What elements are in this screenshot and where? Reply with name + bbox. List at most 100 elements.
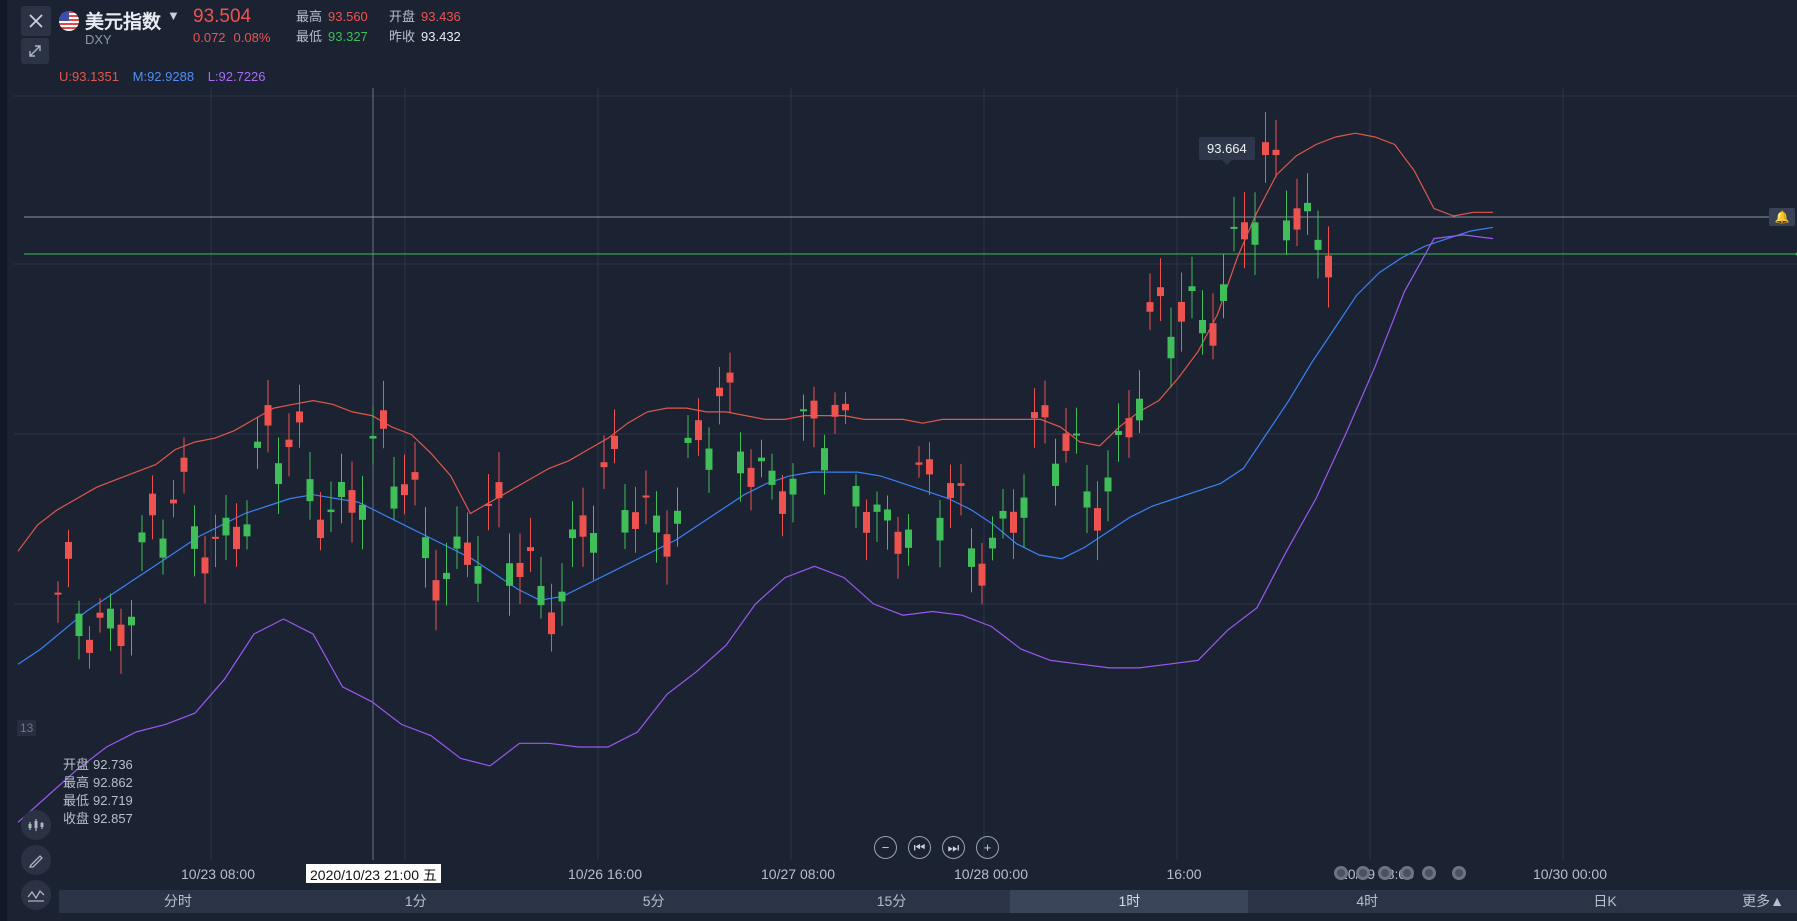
- page-dot[interactable]: [1452, 866, 1466, 880]
- x-tick: 10/23 08:00: [181, 866, 255, 882]
- candle-body: [159, 538, 167, 558]
- candle-body: [359, 504, 366, 520]
- candlestick-icon: [28, 819, 44, 831]
- candle-body: [317, 519, 324, 539]
- chevron-down-icon[interactable]: ▼: [167, 8, 180, 23]
- timeframe-tabs: 分时 1分 5分 15分 1时 4时 日K 更多▲: [59, 890, 1797, 913]
- candle-body: [1167, 336, 1175, 359]
- candle-body: [894, 531, 902, 554]
- more-timeframes-button[interactable]: 更多▲: [1724, 890, 1797, 913]
- candle-body: [632, 512, 639, 529]
- zoom-in-button[interactable]: +: [976, 836, 999, 859]
- upper-band-value: U:93.1351: [59, 69, 119, 84]
- candle-body: [600, 462, 608, 468]
- tab-timeframe[interactable]: 日K: [1486, 890, 1724, 913]
- candle-body: [201, 557, 209, 574]
- candle-body: [831, 404, 839, 417]
- candle-body: [579, 515, 587, 537]
- instrument-name[interactable]: 美元指数: [85, 7, 161, 34]
- candle-body: [443, 572, 450, 580]
- expand-button[interactable]: [21, 38, 49, 64]
- candle-body: [989, 537, 996, 549]
- candle-body: [117, 624, 125, 646]
- candle-body: [264, 405, 272, 426]
- y-axis-label: 13: [17, 720, 37, 736]
- candle-body: [779, 491, 786, 514]
- tab-timeframe-active[interactable]: 1时: [1010, 890, 1249, 913]
- tab-timeframe[interactable]: 15分: [773, 890, 1011, 913]
- change-value: 0.072: [193, 30, 226, 45]
- page-dot[interactable]: [1334, 866, 1348, 880]
- page-dot[interactable]: [1356, 866, 1370, 880]
- candle-body: [306, 479, 314, 502]
- candle-body: [1104, 477, 1112, 492]
- stat-prev-close: 昨收 93.432: [389, 29, 461, 44]
- high-marker-tooltip: 93.664: [1199, 137, 1255, 165]
- x-tick: 16:00: [1166, 866, 1202, 882]
- page-dot[interactable]: [1400, 866, 1414, 880]
- candle-body: [737, 451, 744, 474]
- zoom-out-button[interactable]: −: [874, 836, 897, 859]
- candle-body: [663, 534, 671, 557]
- candle-body: [222, 517, 230, 536]
- stat-low: 最低 93.327: [296, 29, 368, 44]
- tab-timeframe[interactable]: 分时: [59, 890, 297, 913]
- candle-body: [390, 486, 398, 509]
- candle-body: [1220, 284, 1227, 301]
- candle-body: [1272, 149, 1280, 156]
- indicator-button[interactable]: [21, 880, 51, 910]
- candle-body: [873, 504, 881, 512]
- tab-timeframe[interactable]: 4时: [1248, 890, 1486, 913]
- expand-icon: [29, 45, 41, 57]
- candle-body: [1125, 418, 1133, 438]
- candle-body: [495, 482, 503, 499]
- go-last-button[interactable]: ⏭: [942, 836, 965, 859]
- candle-body: [852, 485, 860, 507]
- candle-body: [338, 481, 345, 498]
- crosshair-time-label: 2020/10/23 21:00 五: [306, 864, 441, 883]
- candle-body: [768, 470, 776, 485]
- pagination-dots: [1334, 866, 1466, 880]
- stat-high: 最高 93.560: [296, 9, 368, 24]
- instrument-code: DXY: [85, 32, 112, 47]
- tab-timeframe[interactable]: 1分: [297, 890, 535, 913]
- candle-body: [1209, 323, 1217, 346]
- candle-body: [128, 616, 135, 626]
- chart-type-button[interactable]: [21, 810, 51, 840]
- candle-body: [810, 400, 818, 419]
- candle-body: [558, 591, 566, 602]
- page-dot[interactable]: [1422, 866, 1436, 880]
- candle-body: [1188, 286, 1196, 292]
- go-first-button[interactable]: ⏮: [908, 836, 931, 859]
- candle-body: [1073, 433, 1080, 436]
- us-flag-icon: [59, 11, 79, 31]
- candle-body: [1314, 239, 1322, 250]
- candle-body: [516, 562, 524, 577]
- candle-body: [401, 484, 408, 496]
- tab-timeframe[interactable]: 5分: [535, 890, 773, 913]
- candle-body: [453, 536, 461, 549]
- candle-body: [758, 457, 765, 462]
- stat-open: 开盘 93.436: [389, 9, 461, 24]
- candle-body: [705, 448, 713, 470]
- candle-body: [1178, 301, 1185, 322]
- price-change: 0.072 0.08%: [193, 30, 270, 45]
- candle-body: [1251, 222, 1259, 245]
- last-price: 93.504: [193, 6, 252, 27]
- candle-body: [1146, 302, 1154, 312]
- chart-navigation: − ⏮ ⏭ +: [874, 836, 999, 859]
- candle-body: [1115, 431, 1122, 436]
- candle-body: [369, 435, 377, 439]
- bell-icon[interactable]: 🔔: [1769, 208, 1795, 226]
- candle-body: [884, 509, 891, 521]
- candlestick-chart[interactable]: [14, 88, 1797, 860]
- candle-body: [653, 515, 660, 533]
- candle-body: [296, 411, 303, 423]
- candle-body: [411, 472, 419, 480]
- candle-body: [1094, 508, 1101, 531]
- close-button[interactable]: [21, 6, 51, 36]
- candle-body: [642, 495, 650, 498]
- candle-body: [432, 580, 440, 601]
- page-dot[interactable]: [1378, 866, 1392, 880]
- candle-body: [684, 437, 692, 443]
